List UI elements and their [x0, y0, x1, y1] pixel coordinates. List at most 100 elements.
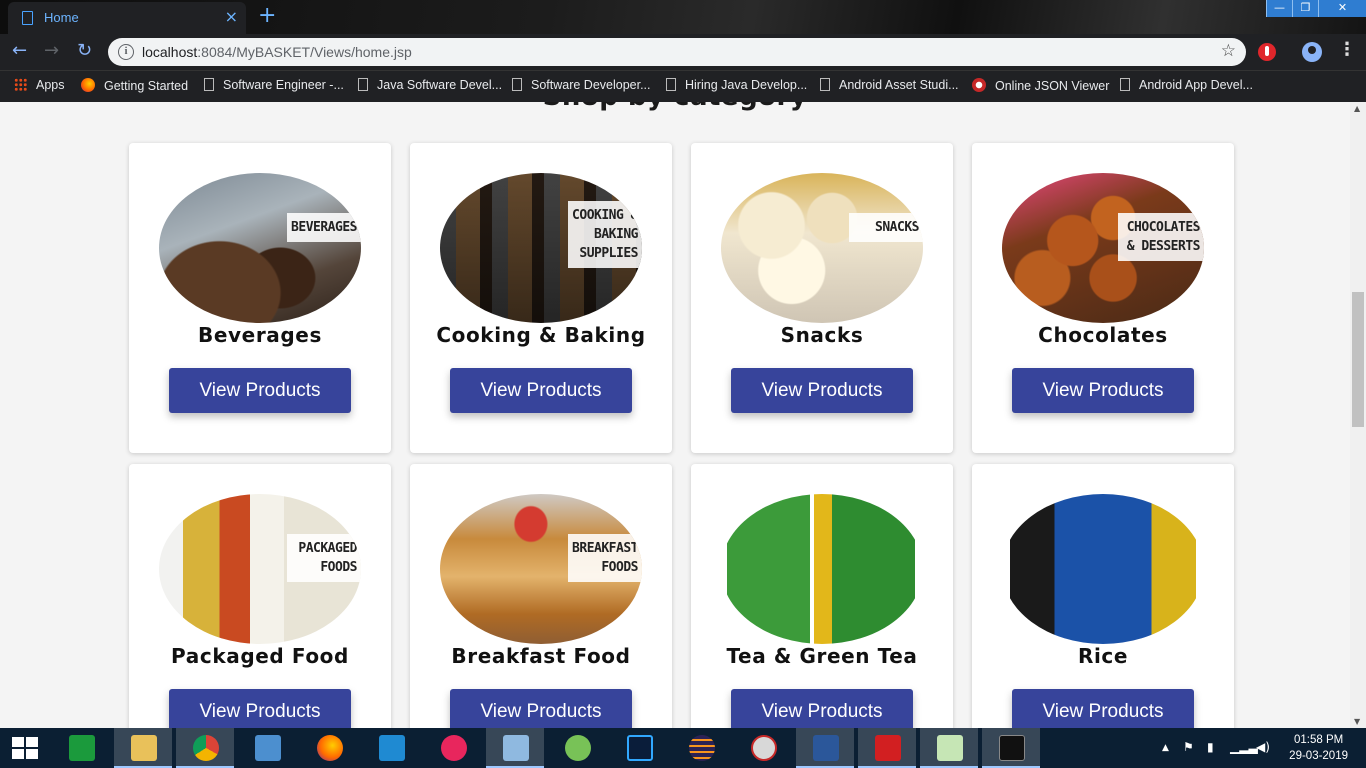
category-image: [1002, 494, 1204, 644]
taskbar-android-studio[interactable]: [548, 728, 606, 768]
restore-button[interactable]: ❐: [1292, 0, 1318, 17]
taskbar-control-panel[interactable]: [238, 728, 296, 768]
info-icon[interactable]: i: [118, 44, 134, 60]
reload-icon[interactable]: ↻: [77, 40, 92, 61]
bookmark-star-icon[interactable]: ☆: [1221, 41, 1236, 61]
acrobat-icon: [875, 735, 901, 761]
page-icon: [358, 78, 368, 91]
firefox-icon: [81, 78, 95, 92]
category-card-rice: Rice View Products: [972, 464, 1234, 728]
category-image: CHOCOLATES & DESSERTS: [1002, 173, 1204, 323]
view-products-button[interactable]: View Products: [731, 689, 913, 728]
taskbar-photoshop[interactable]: [610, 728, 668, 768]
url-text: localhost:8084/MyBASKET/Views/home.jsp: [142, 44, 412, 60]
page-icon: [22, 11, 33, 25]
taskbar-virtualbox[interactable]: [486, 728, 544, 768]
category-name: Packaged Food: [171, 644, 349, 668]
taskbar-store[interactable]: [52, 728, 110, 768]
category-image: SNACKS: [721, 173, 923, 323]
scroll-thumb[interactable]: [1352, 292, 1364, 427]
category-card-tea: Tea & Green Tea View Products: [691, 464, 953, 728]
menu-icon[interactable]: ⋮: [1338, 41, 1356, 59]
page-icon: [666, 78, 676, 91]
taskbar-vscode[interactable]: [362, 728, 420, 768]
category-name: Cooking & Baking: [436, 323, 646, 347]
category-image: [721, 494, 923, 644]
taskbar-word[interactable]: [796, 728, 854, 768]
scroll-down-icon[interactable]: ▼: [1354, 717, 1360, 726]
browser-toolbar: ← → ↻ i localhost:8084/MyBASKET/Views/ho…: [0, 34, 1366, 70]
clock-date: 29-03-2019: [1289, 750, 1348, 762]
taskbar-eclipse[interactable]: [672, 728, 730, 768]
minimize-button[interactable]: —: [1266, 0, 1292, 17]
scroll-up-icon[interactable]: ▲: [1354, 104, 1360, 113]
page-icon: [1120, 78, 1130, 91]
virtualbox-icon: [503, 735, 529, 761]
extension-icon[interactable]: [1258, 43, 1276, 61]
photoshop-icon: [627, 735, 653, 761]
page-content: Shop by category BEVERAGES Beverages Vie…: [0, 102, 1350, 728]
system-clock[interactable]: 01:58 PM 29-03-2019: [1289, 732, 1348, 764]
category-name: Beverages: [198, 323, 322, 347]
taskbar-notepad[interactable]: [920, 728, 978, 768]
view-products-button[interactable]: View Products: [1012, 368, 1194, 413]
firefox-icon: [317, 735, 343, 761]
image-tag: BREAKFAST FOODS: [568, 534, 642, 582]
chrome-icon: [193, 735, 219, 761]
taskbar-acrobat[interactable]: [858, 728, 916, 768]
close-icon[interactable]: ×: [225, 7, 238, 26]
bookmark-getting-started[interactable]: Getting Started: [81, 78, 188, 96]
address-bar[interactable]: i localhost:8084/MyBASKET/Views/home.jsp…: [108, 38, 1246, 66]
view-products-button[interactable]: View Products: [169, 689, 351, 728]
mysql-console-icon: [999, 735, 1025, 761]
windows-logo-icon: [12, 737, 38, 759]
bookmark-android-asset[interactable]: Android Asset Studi...: [820, 78, 959, 96]
close-window-button[interactable]: ✕: [1318, 0, 1366, 17]
taskbar-mysql[interactable]: [982, 728, 1040, 768]
category-name: Chocolates: [1038, 323, 1168, 347]
bookmark-java-software[interactable]: Java Software Devel...: [358, 78, 502, 96]
clock-time: 01:58 PM: [1293, 734, 1344, 746]
view-products-button[interactable]: View Products: [450, 689, 632, 728]
battery-icon[interactable]: ▮: [1207, 740, 1214, 754]
forward-arrow-icon[interactable]: →: [44, 40, 59, 61]
bookmark-hiring-java[interactable]: Hiring Java Develop...: [666, 78, 807, 96]
profile-icon[interactable]: [1302, 42, 1322, 62]
start-button[interactable]: [0, 728, 50, 768]
bookmark-apps[interactable]: Apps: [14, 78, 65, 96]
back-arrow-icon[interactable]: ←: [12, 40, 27, 61]
tab-home[interactable]: Home ×: [8, 2, 246, 34]
taskbar-chrome[interactable]: [176, 728, 234, 768]
view-products-button[interactable]: View Products: [731, 368, 913, 413]
network-icon[interactable]: ▁▂▃: [1230, 740, 1258, 754]
bookmark-android-app[interactable]: Android App Devel...: [1120, 78, 1253, 96]
category-card-snacks: SNACKS Snacks View Products: [691, 143, 953, 453]
view-products-button[interactable]: View Products: [1012, 689, 1194, 728]
window-controls: — ❐ ✕: [1266, 0, 1366, 17]
store-icon: [69, 735, 95, 761]
folder-icon: [131, 735, 157, 761]
taskbar-flickr[interactable]: [424, 728, 482, 768]
image-tag: CHOCOLATES & DESSERTS: [1118, 213, 1204, 261]
taskbar-firefox[interactable]: [300, 728, 358, 768]
tray-expand-icon[interactable]: ▲: [1162, 743, 1169, 753]
bookmarks-bar: Apps Getting Started Software Engineer -…: [0, 70, 1366, 102]
volume-icon[interactable]: ◀): [1256, 740, 1270, 754]
bookmark-software-engineer[interactable]: Software Engineer -...: [204, 78, 344, 96]
taskbar-file-explorer[interactable]: [114, 728, 172, 768]
android-studio-icon: [565, 735, 591, 761]
category-image: COOKING & BAKING SUPPLIES: [440, 173, 642, 323]
bookmark-software-developer[interactable]: Software Developer...: [512, 78, 651, 96]
bookmark-json-viewer[interactable]: Online JSON Viewer: [972, 78, 1109, 96]
page-icon: [204, 78, 214, 91]
category-image: BREAKFAST FOODS: [440, 494, 642, 644]
image-tag: COOKING & BAKING SUPPLIES: [568, 201, 642, 268]
browser-chrome: Home × + — ❐ ✕ ← → ↻ i localhost:8084/My…: [0, 0, 1366, 102]
page-scrollbar[interactable]: ▲ ▼: [1350, 102, 1366, 728]
view-products-button[interactable]: View Products: [450, 368, 632, 413]
taskbar-snipping-tool[interactable]: [734, 728, 792, 768]
flag-icon[interactable]: ⚑: [1183, 740, 1194, 754]
json-icon: [972, 78, 986, 92]
new-tab-button[interactable]: +: [258, 3, 276, 28]
view-products-button[interactable]: View Products: [169, 368, 351, 413]
